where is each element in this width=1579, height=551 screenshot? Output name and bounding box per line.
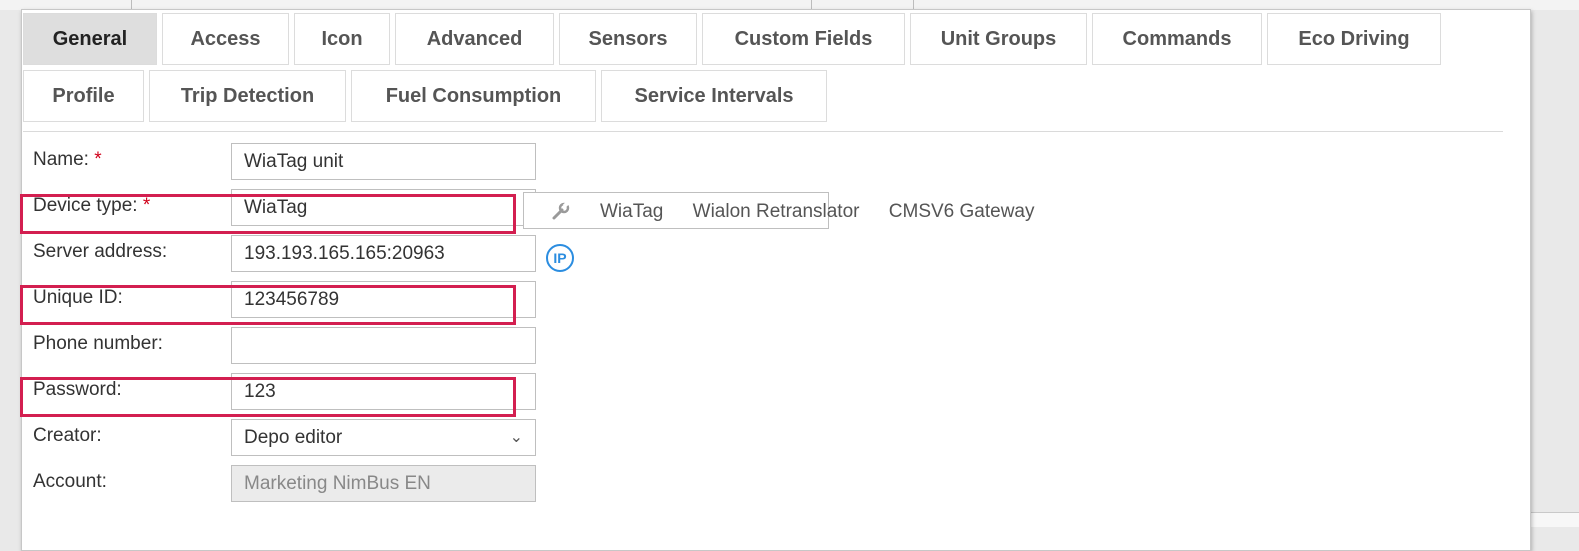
device-type-highlight bbox=[20, 194, 516, 234]
tab-profile[interactable]: Profile bbox=[23, 70, 144, 122]
server-address-label: Server address: bbox=[33, 241, 168, 262]
tab-advanced[interactable]: Advanced bbox=[395, 13, 554, 65]
creator-label: Creator: bbox=[33, 425, 102, 446]
tab-eco-driving[interactable]: Eco Driving bbox=[1267, 13, 1441, 65]
device-type-suggestions: WiaTag Wialon Retranslator CMSV6 Gateway bbox=[600, 201, 1059, 223]
name-label: Name: * bbox=[33, 149, 102, 170]
tab-general[interactable]: General bbox=[23, 13, 157, 65]
background-panel bbox=[1528, 512, 1579, 527]
tab-icon[interactable]: Icon bbox=[294, 13, 390, 65]
tab-sensors[interactable]: Sensors bbox=[559, 13, 697, 65]
tab-unit-groups[interactable]: Unit Groups bbox=[910, 13, 1087, 65]
tab-commands[interactable]: Commands bbox=[1092, 13, 1262, 65]
tab-fuel-consumption[interactable]: Fuel Consumption bbox=[351, 70, 596, 122]
tab-service-intervals[interactable]: Service Intervals bbox=[601, 70, 827, 122]
chevron-down-icon: ⌄ bbox=[509, 429, 523, 446]
wrench-icon[interactable] bbox=[549, 199, 573, 223]
tab-row-1: General Access Icon Advanced Sensors Cus… bbox=[23, 13, 1483, 65]
device-link-wiatag[interactable]: WiaTag bbox=[600, 201, 663, 222]
unique-id-highlight bbox=[20, 285, 516, 325]
phone-number-label: Phone number: bbox=[33, 333, 163, 354]
tab-custom-fields[interactable]: Custom Fields bbox=[702, 13, 905, 65]
required-mark: * bbox=[94, 149, 102, 170]
tab-bar: General Access Icon Advanced Sensors Cus… bbox=[23, 13, 1483, 127]
name-input[interactable]: WiaTag unit bbox=[231, 143, 536, 180]
phone-number-input[interactable] bbox=[231, 327, 536, 364]
device-link-wialon-retranslator[interactable]: Wialon Retranslator bbox=[693, 201, 860, 222]
creator-selected-value: Depo editor bbox=[244, 427, 343, 448]
tab-divider bbox=[23, 131, 1503, 132]
tab-row-2: Profile Trip Detection Fuel Consumption … bbox=[23, 70, 1483, 122]
tab-trip-detection[interactable]: Trip Detection bbox=[149, 70, 346, 122]
tab-access[interactable]: Access bbox=[162, 13, 289, 65]
account-input: Marketing NimBus EN bbox=[231, 465, 536, 502]
ip-icon[interactable]: IP bbox=[546, 244, 574, 272]
password-highlight bbox=[20, 377, 516, 417]
device-link-cmsv6-gateway[interactable]: CMSV6 Gateway bbox=[889, 201, 1035, 222]
account-label: Account: bbox=[33, 471, 107, 492]
server-address-input[interactable]: 193.193.165.165:20963 bbox=[231, 235, 536, 272]
creator-select[interactable]: Depo editor ⌄ bbox=[231, 419, 536, 456]
